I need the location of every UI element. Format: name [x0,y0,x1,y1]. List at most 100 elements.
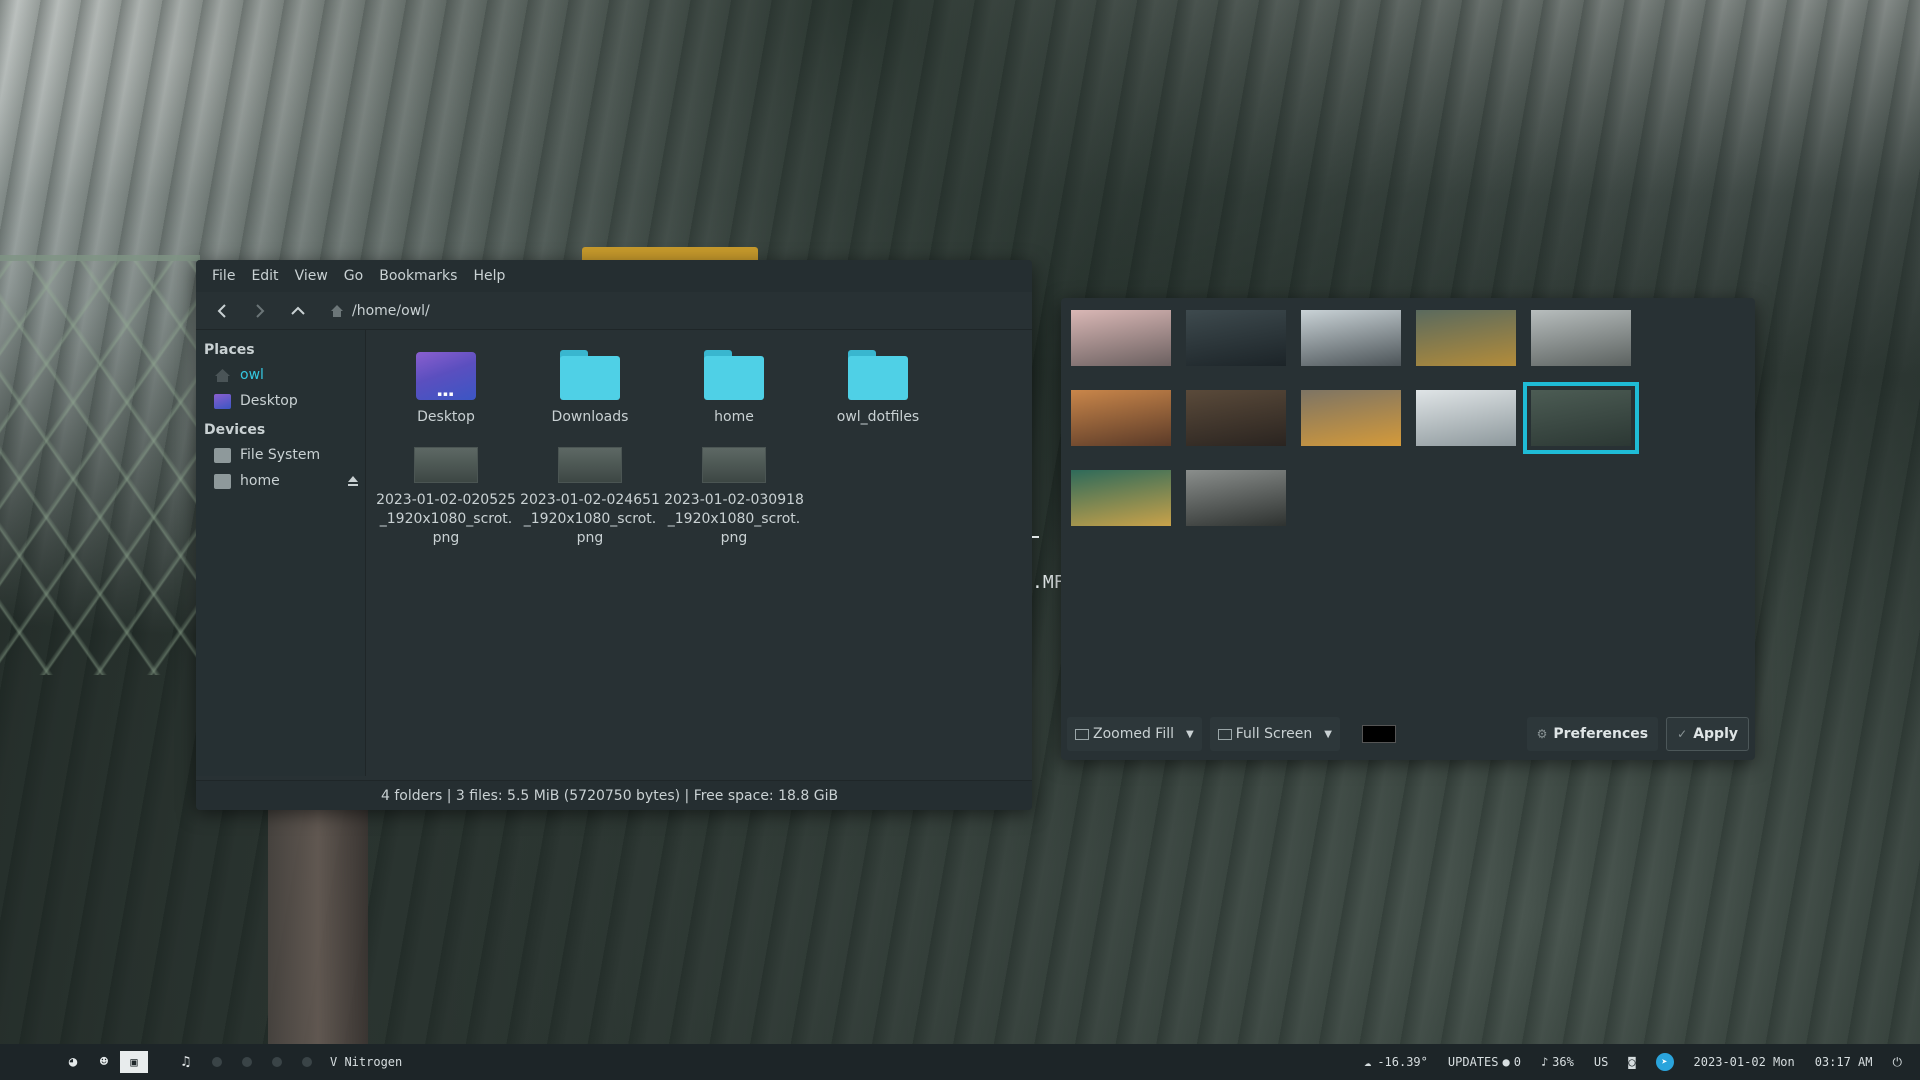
desktop-icon [214,393,231,409]
menu-go[interactable]: Go [336,268,371,284]
active-window-title: V Nitrogen [330,1055,403,1069]
wallpaper-thumbnail[interactable] [1531,310,1631,366]
preferences-button[interactable]: ⚙ Preferences [1526,717,1659,751]
chevron-right-icon [256,303,265,318]
sidebar-item-label: owl [240,367,264,383]
file-label: owl_dotfiles [836,409,920,425]
camera-icon[interactable]: ◙ [1628,1055,1635,1069]
sidebar-item-file-system[interactable]: File System [196,442,365,468]
wallpaper-thumbnail[interactable] [1416,390,1516,446]
menu-bar: File Edit View Go Bookmarks Help [196,260,1032,292]
home-icon [215,368,230,382]
up-button[interactable] [284,297,312,325]
file-item[interactable]: Desktop [374,342,518,427]
monitor-icon [1217,728,1232,740]
wallpaper-thumbnail[interactable] [1301,390,1401,446]
workspace-dot[interactable] [242,1057,252,1067]
sidebar-item-home[interactable]: home [196,468,365,494]
volume-widget[interactable]: ♪ 36% [1541,1055,1574,1069]
file-manager-window: File Edit View Go Bookmarks Help /home/o… [196,260,1032,810]
wallpaper-thumbnail[interactable] [1416,310,1516,366]
file-item[interactable]: 2023-01-02-024651_1920x1080_scrot.png [518,441,662,548]
workspace-dot[interactable] [302,1057,312,1067]
updates-widget[interactable]: UPDATES ● 0 [1448,1055,1521,1069]
file-label: 2023-01-02-024651_1920x1080_scrot.png [520,492,660,546]
telegram-icon[interactable]: ➤ [1655,1053,1674,1071]
file-item[interactable]: 2023-01-02-030918_1920x1080_scrot.png [662,441,806,548]
back-button[interactable] [208,297,236,325]
workspace-1[interactable]: ▣ [120,1051,148,1073]
file-grid: Desktop Downloads home owl_dotfiles 2023… [366,330,1032,776]
file-item[interactable]: 2023-01-02-020525_1920x1080_scrot.png [374,441,518,548]
check-icon: ✓ [1677,727,1688,741]
mode-select[interactable]: Zoomed Fill ▼ [1067,717,1202,751]
forward-button[interactable] [246,297,274,325]
places-heading: Places [204,342,255,358]
home-icon [331,304,343,317]
apply-button[interactable]: ✓ Apply [1666,717,1749,751]
zoom-icon [1075,728,1089,740]
screen-select[interactable]: Full Screen ▼ [1209,717,1340,751]
headphones-icon[interactable]: ♫ [171,1051,201,1073]
wallpaper-pillar [268,805,368,1045]
wallpaper-thumbnail[interactable] [1186,470,1286,526]
apply-label: Apply [1693,726,1738,742]
bird-icon[interactable]: ☻ [89,1051,119,1073]
desktop-folder-icon [416,352,476,400]
power-icon[interactable]: ⏻ [1893,1055,1903,1070]
chevron-left-icon [217,303,226,318]
wallpaper-thumbnail[interactable] [1186,310,1286,366]
file-label: Desktop [417,409,475,425]
path-bar[interactable]: /home/owl/ [330,303,430,319]
time-text: 03:17 AM [1814,1055,1873,1069]
status-bar: 4 folders | 3 files: 5.5 MiB (5720750 by… [196,780,1032,810]
file-label: 2023-01-02-030918_1920x1080_scrot.png [664,492,804,546]
wallpaper-thumbnail[interactable] [1523,382,1639,454]
devices-heading: Devices [204,422,266,438]
preferences-label: Preferences [1553,726,1649,742]
date-text: 2023-01-02 Mon [1693,1055,1795,1069]
wallpaper-thumbnail[interactable] [1186,390,1286,446]
wallpaper-thumbnail[interactable] [1071,470,1171,526]
toolbar: /home/owl/ [196,292,1032,330]
keyboard-layout[interactable]: US [1594,1055,1608,1069]
sidebar-item-label: home [240,473,280,489]
wallpaper-thumbnail[interactable] [1071,390,1171,446]
sidebar: Places owl Desktop Devices File System h… [196,330,366,776]
updates-count: 0 [1513,1055,1521,1069]
screen-label: Full Screen [1235,726,1313,742]
app-launcher-icon[interactable]: ◕ [58,1051,88,1073]
eject-icon[interactable] [347,475,359,487]
file-item[interactable]: Downloads [518,342,662,427]
bg-color-button[interactable] [1361,725,1396,743]
workspace-dot[interactable] [212,1057,222,1067]
nitrogen-controls: Zoomed Fill ▼ Full Screen ▼ ⚙ Preference… [1067,714,1749,754]
menu-edit[interactable]: Edit [243,268,286,284]
file-item[interactable]: owl_dotfiles [806,342,950,427]
weather-widget: ☁ -16.39° [1364,1055,1428,1069]
sidebar-item-label: Desktop [240,393,298,409]
chevron-down-icon: ▼ [1324,728,1332,740]
wallpaper-thumbnail[interactable] [1301,310,1401,366]
path-text: /home/owl/ [352,302,430,319]
menu-bookmarks[interactable]: Bookmarks [371,268,465,284]
drive-icon [214,473,231,489]
drive-icon [214,447,231,463]
folder-icon [848,350,908,400]
image-thumbnail-icon [702,447,766,483]
menu-file[interactable]: File [204,268,243,284]
wallpaper-thumbnail[interactable] [1071,310,1171,366]
file-label: home [714,409,754,425]
sidebar-item-desktop[interactable]: Desktop [196,388,365,414]
menu-view[interactable]: View [287,268,336,284]
file-item[interactable]: home [662,342,806,427]
menu-help[interactable]: Help [465,268,513,284]
image-thumbnail-icon [558,447,622,483]
sidebar-item-owl[interactable]: owl [196,362,365,388]
mode-label: Zoomed Fill [1093,726,1175,742]
nitrogen-window: Zoomed Fill ▼ Full Screen ▼ ⚙ Preference… [1061,298,1755,760]
updates-label: UPDATES [1447,1055,1499,1069]
folder-icon [704,350,764,400]
workspace-dot[interactable] [272,1057,282,1067]
chevron-up-icon [291,306,305,315]
